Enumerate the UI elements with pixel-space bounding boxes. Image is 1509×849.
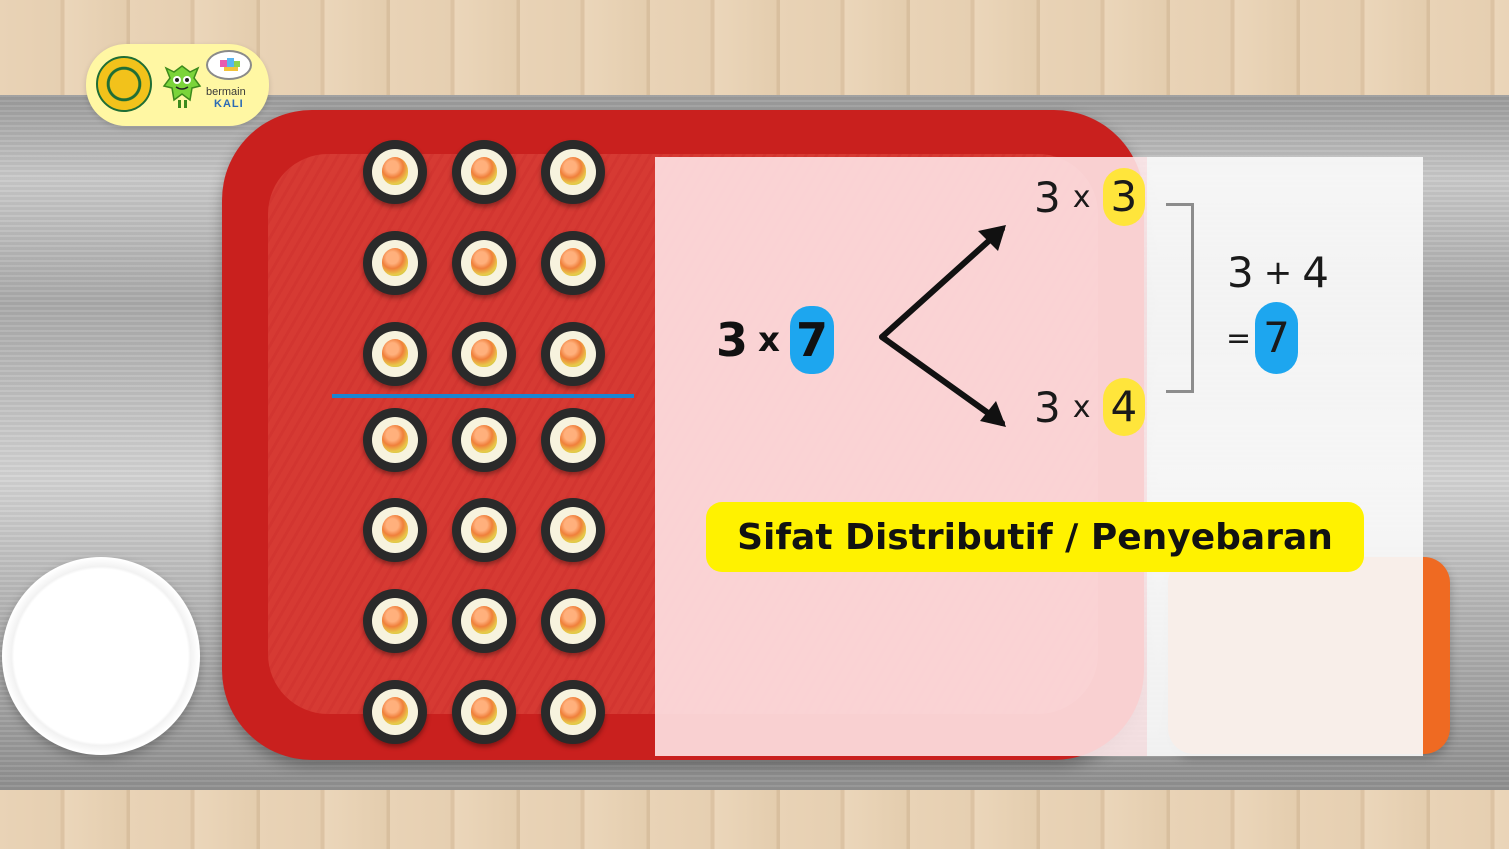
logo-text-line2: KALI (214, 98, 244, 110)
white-plate (2, 557, 200, 755)
main-left-operand: 3 (716, 313, 749, 367)
bottom-left-operand: 3 (1034, 382, 1061, 432)
sushi-roll-icon (452, 231, 516, 295)
sushi-roll-icon (452, 140, 516, 204)
sushi-roll-icon (541, 231, 605, 295)
sushi-roll-icon (452, 498, 516, 562)
top-operator: x (1072, 179, 1091, 215)
scene: bermain KALI 3 x 7 3 x 3 3 x 4 3 + 4 = 7… (0, 0, 1509, 849)
sushi-roll-icon (452, 680, 516, 744)
grid-divider-line (332, 394, 634, 398)
title-badge: Sifat Distributif / Penyebaran (706, 502, 1364, 572)
logo-badge: bermain KALI (86, 44, 269, 126)
split-arrows-icon (879, 225, 1006, 427)
top-left-operand: 3 (1034, 172, 1061, 222)
sushi-roll-icon (541, 589, 605, 653)
sum-right: 4 (1302, 248, 1329, 297)
result-value: 7 (1255, 302, 1298, 374)
sushi-roll-icon (363, 231, 427, 295)
mascot-icon (162, 65, 202, 108)
sum-bracket (1166, 203, 1194, 393)
sushi-roll-icon (452, 408, 516, 472)
top-expression: 3 x 3 (1034, 168, 1146, 226)
equals-sign: = (1226, 320, 1252, 356)
sushi-roll-icon (363, 589, 427, 653)
sushi-roll-icon (541, 498, 605, 562)
sushi-roll-icon (363, 140, 427, 204)
bottom-operator: x (1072, 389, 1091, 425)
main-operator: x (758, 320, 780, 360)
main-expression: 3 x 7 (716, 306, 834, 374)
sushi-roll-icon (541, 140, 605, 204)
logo-text-line1: bermain (206, 86, 246, 98)
sushi-roll-icon (541, 322, 605, 386)
thought-bubble-icon (206, 50, 252, 80)
title-text: Sifat Distributif / Penyebaran (737, 516, 1333, 558)
sum-left: 3 (1227, 248, 1254, 297)
sushi-roll-icon (363, 498, 427, 562)
sushi-roll-icon (363, 408, 427, 472)
main-right-operand: 7 (789, 306, 834, 374)
sushi-roll-icon (541, 680, 605, 744)
sum-operator: + (1263, 252, 1293, 293)
sum-expression: 3 + 4 (1227, 248, 1329, 297)
bottom-expression: 3 x 4 (1034, 378, 1146, 436)
result-expression: = 7 (1226, 302, 1298, 374)
bottom-right-operand: 4 (1102, 378, 1146, 436)
sushi-roll-icon (363, 322, 427, 386)
logo-text: bermain KALI (206, 86, 268, 110)
emblem-icon (96, 56, 152, 112)
sushi-roll-icon (363, 680, 427, 744)
wood-floor-bottom (0, 790, 1509, 849)
sushi-roll-icon (452, 589, 516, 653)
sushi-roll-icon (452, 322, 516, 386)
top-right-operand: 3 (1102, 168, 1146, 226)
sushi-roll-icon (541, 408, 605, 472)
